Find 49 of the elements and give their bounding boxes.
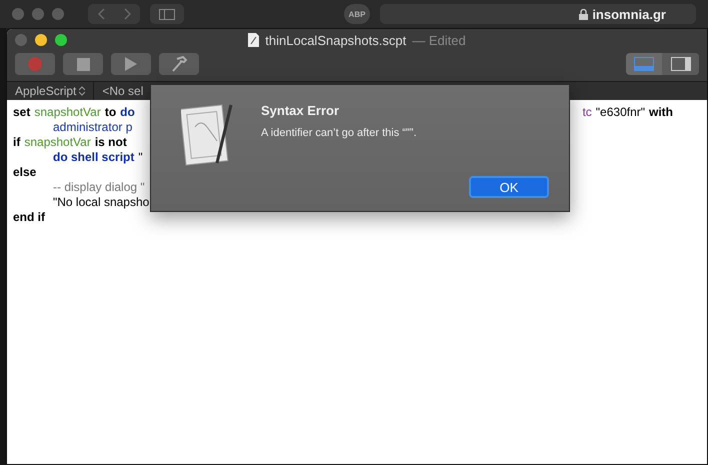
address-text: insomnia.gr (592, 6, 666, 22)
hammer-icon (171, 56, 187, 72)
bottom-panel-icon (634, 57, 654, 71)
back-forward-button[interactable] (88, 4, 140, 24)
code-token: snapshotVar (24, 134, 91, 148)
sidebar-button[interactable] (150, 4, 184, 24)
address-bar[interactable]: insomnia.gr (380, 4, 696, 24)
code-token: do (120, 104, 135, 118)
selection-label: <No sel (101, 84, 144, 98)
code-token: tc (582, 104, 592, 118)
dialog-message: A identifier can’t go after this “"”. (261, 127, 418, 139)
zoom-button[interactable] (55, 34, 67, 46)
close-button[interactable] (15, 34, 27, 46)
sidebar-icon (159, 8, 175, 20)
code-token: else (13, 164, 36, 178)
updown-icon (79, 86, 86, 96)
code-token: -- display dialog " (53, 180, 145, 194)
code-token: "e630fnr" (596, 104, 645, 118)
code-token: if (13, 134, 20, 148)
ok-button[interactable]: OK (469, 176, 549, 198)
zoom-button[interactable] (52, 8, 64, 20)
code-token: do shell script (53, 150, 134, 164)
adblock-button[interactable]: ABP (344, 4, 370, 24)
play-icon (125, 57, 137, 71)
compile-button[interactable] (159, 53, 199, 75)
lock-icon (579, 8, 588, 20)
code-token: " (138, 150, 143, 164)
code-token: is not (94, 134, 127, 148)
code-token: "No local snapsho (53, 194, 150, 208)
code-token: snapshotVar (34, 104, 101, 118)
code-token: end if (13, 210, 45, 224)
window-title: thinLocalSnapshots.scpt (265, 32, 406, 48)
code-token: with (649, 104, 673, 118)
chevron-right-icon (124, 8, 130, 20)
minimize-button[interactable] (35, 34, 47, 46)
record-icon (28, 57, 42, 71)
language-popup[interactable]: AppleScript (7, 82, 94, 100)
code-token: to (104, 104, 116, 118)
side-panel-icon (671, 57, 691, 71)
stop-icon (76, 58, 90, 70)
edited-status: — Edited (412, 32, 466, 48)
close-button[interactable] (12, 8, 24, 20)
chevron-left-icon (98, 8, 104, 20)
code-token: set (13, 104, 30, 118)
dialog-title: Syntax Error (261, 103, 340, 118)
stop-button[interactable] (63, 53, 103, 75)
run-button[interactable] (111, 53, 151, 75)
code-token: administrator p (53, 120, 132, 134)
document-icon (248, 33, 260, 47)
